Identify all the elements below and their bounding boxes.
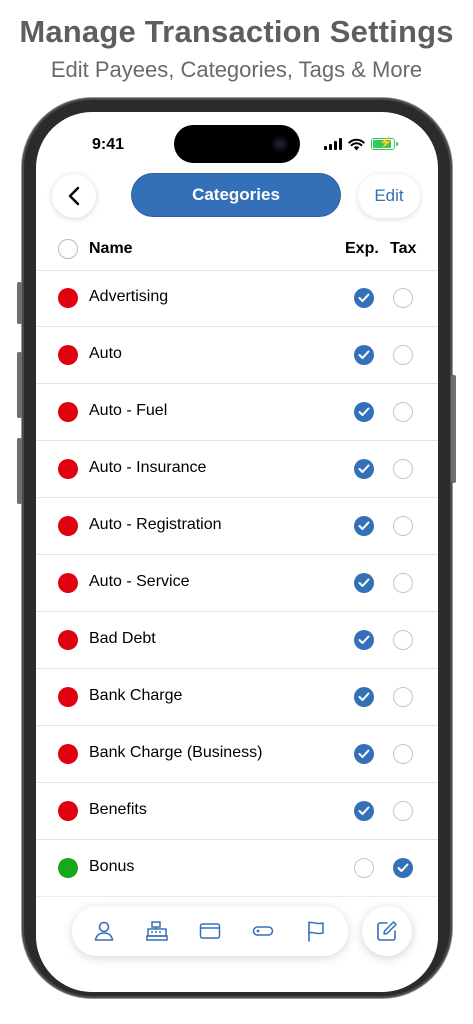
category-name: Auto - Insurance bbox=[89, 459, 207, 476]
battery-icon: ⚡ bbox=[371, 137, 398, 150]
status-time: 9:41 bbox=[92, 136, 125, 153]
category-name: Benefits bbox=[89, 801, 147, 818]
cash-register-icon bbox=[146, 921, 168, 941]
category-name: Advertising bbox=[89, 288, 169, 305]
category-color-dot[interactable] bbox=[58, 687, 78, 707]
action-button bbox=[17, 282, 22, 324]
tax-checkbox[interactable] bbox=[393, 573, 413, 593]
category-name: Bank Charge (Business) bbox=[89, 744, 263, 761]
expense-checkbox[interactable] bbox=[354, 573, 374, 593]
category-list: Advertising Auto Auto - Fuel Auto - Insuran… bbox=[36, 270, 438, 897]
table-row[interactable]: Bank Charge (Business) bbox=[36, 726, 438, 783]
banner-subtitle: Edit Payees, Categories, Tags & More bbox=[50, 57, 423, 82]
table-row[interactable]: Bank Charge bbox=[36, 669, 438, 726]
table-row[interactable]: Bad Debt bbox=[36, 612, 438, 669]
expense-checkbox[interactable] bbox=[354, 630, 374, 650]
tax-checkbox[interactable] bbox=[393, 288, 413, 308]
tab-flags[interactable] bbox=[296, 911, 336, 951]
category-color-dot[interactable] bbox=[58, 345, 78, 365]
expense-checkbox[interactable] bbox=[354, 687, 374, 707]
expense-checkbox[interactable] bbox=[354, 459, 374, 479]
wifi-icon bbox=[348, 138, 365, 150]
table-header: Name Exp. Tax bbox=[36, 228, 438, 271]
category-color-dot[interactable] bbox=[58, 744, 78, 764]
tax-checkbox[interactable] bbox=[393, 744, 413, 764]
expense-checkbox[interactable] bbox=[354, 288, 374, 308]
expense-checkbox[interactable] bbox=[354, 858, 374, 878]
category-color-dot[interactable] bbox=[58, 858, 78, 878]
tax-checkbox[interactable] bbox=[393, 801, 413, 821]
column-header-expense: Exp. bbox=[345, 240, 379, 257]
signal-icon bbox=[324, 138, 342, 150]
category-name: Auto - Service bbox=[89, 573, 190, 590]
category-color-dot[interactable] bbox=[58, 288, 78, 308]
category-name: Bank Charge bbox=[89, 687, 183, 704]
tax-checkbox[interactable] bbox=[393, 345, 413, 365]
column-header-tax: Tax bbox=[390, 240, 417, 257]
select-all-checkbox[interactable] bbox=[58, 239, 78, 259]
category-name: Bonus bbox=[89, 858, 135, 875]
expense-checkbox[interactable] bbox=[354, 516, 374, 536]
tax-checkbox[interactable] bbox=[393, 858, 413, 878]
flag-icon bbox=[307, 921, 324, 942]
tax-checkbox[interactable] bbox=[393, 516, 413, 536]
category-color-dot[interactable] bbox=[58, 459, 78, 479]
table-row[interactable]: Auto - Insurance bbox=[36, 441, 438, 498]
tax-checkbox[interactable] bbox=[393, 402, 413, 422]
table-row[interactable]: Auto - Registration bbox=[36, 498, 438, 555]
tab-payees[interactable] bbox=[84, 911, 124, 951]
table-row[interactable]: Bonus bbox=[36, 840, 438, 897]
navigation-bar: Categories Edit bbox=[36, 174, 438, 218]
table-row[interactable]: Auto bbox=[36, 327, 438, 384]
tab-tags[interactable] bbox=[243, 911, 283, 951]
tab-accounts[interactable] bbox=[190, 911, 230, 951]
category-color-dot[interactable] bbox=[58, 801, 78, 821]
status-bar: 9:41 ⚡ bbox=[36, 112, 438, 172]
banner-title: Manage Transaction Settings bbox=[19, 14, 454, 49]
volume-up-button bbox=[17, 352, 22, 418]
category-name: Auto - Fuel bbox=[89, 402, 168, 419]
tax-checkbox[interactable] bbox=[393, 687, 413, 707]
status-icons: ⚡ bbox=[324, 137, 398, 151]
volume-down-button bbox=[17, 438, 22, 504]
table-row[interactable]: Benefits bbox=[36, 783, 438, 840]
chevron-left-icon bbox=[68, 186, 80, 206]
category-name: Auto - Registration bbox=[89, 516, 222, 533]
tab-categories[interactable] bbox=[137, 911, 177, 951]
expense-checkbox[interactable] bbox=[354, 402, 374, 422]
compose-button[interactable] bbox=[362, 906, 412, 956]
phone-screen: 9:41 ⚡ Categories Edit Name Exp. Tax Adv… bbox=[36, 112, 438, 992]
compose-icon bbox=[377, 921, 397, 941]
expense-checkbox[interactable] bbox=[354, 801, 374, 821]
table-row[interactable]: Advertising bbox=[36, 270, 438, 327]
tag-icon bbox=[252, 926, 274, 936]
back-button[interactable] bbox=[52, 174, 96, 218]
power-button bbox=[451, 375, 456, 483]
column-header-name: Name bbox=[89, 240, 133, 257]
page-title: Categories bbox=[132, 174, 340, 216]
tab-bar bbox=[72, 906, 348, 956]
edit-button[interactable]: Edit bbox=[358, 174, 420, 218]
category-color-dot[interactable] bbox=[58, 402, 78, 422]
tax-checkbox[interactable] bbox=[393, 459, 413, 479]
category-name: Bad Debt bbox=[89, 630, 156, 647]
person-icon bbox=[95, 921, 114, 941]
camera-icon bbox=[272, 136, 288, 152]
category-color-dot[interactable] bbox=[58, 516, 78, 536]
category-color-dot[interactable] bbox=[58, 573, 78, 593]
category-color-dot[interactable] bbox=[58, 630, 78, 650]
category-name: Auto bbox=[89, 345, 122, 362]
expense-checkbox[interactable] bbox=[354, 345, 374, 365]
expense-checkbox[interactable] bbox=[354, 744, 374, 764]
table-row[interactable]: Auto - Service bbox=[36, 555, 438, 612]
tax-checkbox[interactable] bbox=[393, 630, 413, 650]
table-row[interactable]: Auto - Fuel bbox=[36, 384, 438, 441]
wallet-icon bbox=[199, 923, 221, 939]
